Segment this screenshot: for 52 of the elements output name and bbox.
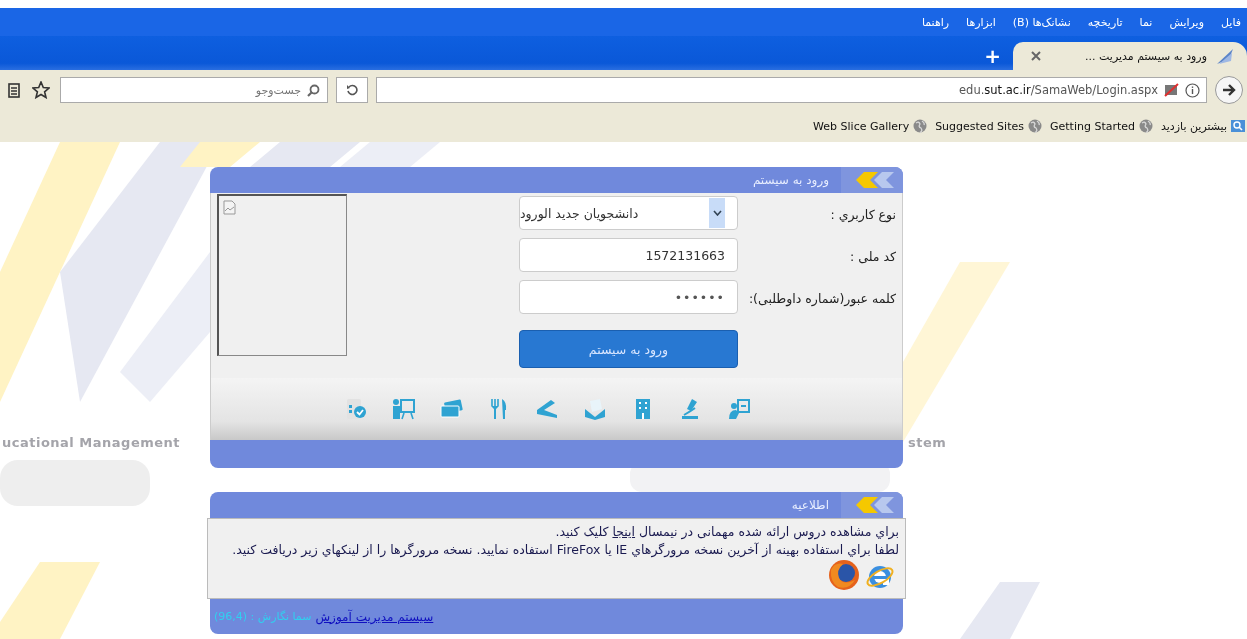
globe-icon	[1139, 119, 1153, 133]
globe-icon	[1027, 119, 1042, 133]
here-link[interactable]: اینجا	[612, 524, 636, 539]
field-label: کلمه عبور(شماره داوطلبی):	[747, 290, 897, 309]
search-field[interactable]: جست‌وجو	[60, 77, 328, 103]
bookmark-link[interactable]: بیشترین بازدید	[1161, 119, 1227, 133]
info-icon[interactable]	[1185, 82, 1200, 98]
search-icon	[307, 84, 320, 97]
menu-item[interactable]: راهنما	[921, 15, 950, 29]
presenter-icon[interactable]	[390, 397, 415, 421]
login-button[interactable]: ورود به سیستم	[519, 330, 738, 368]
star-icon[interactable]	[32, 81, 50, 99]
panel-title: اطلاعیه	[791, 498, 830, 512]
menu-item[interactable]: ویرایش	[1169, 15, 1204, 29]
clipboard-icon[interactable]	[8, 82, 20, 98]
address-field[interactable]: edu.sut.ac.ir/SamaWeb/Login.aspx	[376, 77, 1207, 103]
user-type-dropdown[interactable]: دانشجویان جدید الورود	[519, 196, 738, 230]
reload-icon	[346, 84, 358, 96]
panel-title: ورود به سیستم	[752, 173, 830, 187]
background-text: stem	[908, 435, 947, 450]
url-text: edu.sut.ac.ir/SamaWeb/Login.aspx	[959, 83, 1158, 97]
broken-image-icon	[223, 200, 236, 215]
search-folder-icon	[1231, 119, 1245, 133]
bookmark-link[interactable]: Suggested Sites	[935, 119, 1024, 133]
background-text: ucational Management	[2, 435, 181, 450]
tab-title: ورود به سیستم مدیریت ...	[1084, 49, 1207, 63]
version-text: سما نگارش : (96,4)	[214, 610, 312, 623]
firefox-logo-icon[interactable]	[827, 558, 861, 592]
teacher-board-icon[interactable]	[726, 397, 751, 421]
close-icon[interactable]	[1031, 51, 1041, 61]
globe-icon	[913, 119, 928, 133]
bank-card-icon[interactable]	[438, 397, 463, 421]
field-label: نوع کاربري :	[829, 206, 897, 225]
bookmark-link[interactable]: Web Slice Gallery	[813, 119, 910, 133]
menu-item[interactable]: فایل	[1221, 15, 1241, 29]
notice-text: براي مشاهده دروس ارائه شده مهمانی در نیمسال اینجا کلیک کنید.	[554, 523, 899, 540]
plugin-blocked-icon[interactable]	[1164, 83, 1179, 97]
notice-text: لطفا براي استفاده بهينه از آخرين نسخه مرورگرهاي IE يا FireFox استفاده نماييد. نسخه مرورگرها را از لينکهاي زير دريافت کنيد.	[232, 542, 899, 557]
browser-tab[interactable]: ورود به سیستم مدیریت ...	[1013, 42, 1247, 70]
menu-item[interactable]: ابزارها	[966, 15, 996, 29]
arrow-icon	[1222, 83, 1236, 97]
field-label: کد ملی :	[849, 248, 897, 266]
menu-item[interactable]: نشانک‌ها (B)	[1012, 15, 1071, 29]
password-field[interactable]: ••••••	[519, 280, 738, 314]
back-button[interactable]	[1215, 76, 1243, 104]
menu-item[interactable]: نما	[1139, 15, 1153, 29]
reload-button[interactable]	[336, 77, 368, 103]
national-code-field[interactable]: 1572131663	[519, 238, 738, 272]
bookmark-link[interactable]: Getting Started	[1049, 119, 1135, 133]
envelope-icon[interactable]	[582, 397, 607, 421]
menu-item[interactable]: تاریخچه	[1087, 15, 1123, 29]
new-tab-button[interactable]: +	[978, 42, 1007, 70]
